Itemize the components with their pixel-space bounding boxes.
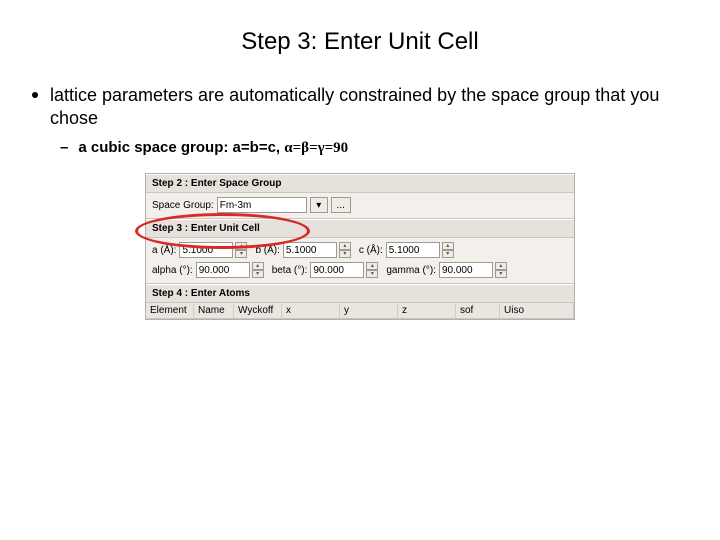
c-spinner[interactable]: ▴▾	[442, 242, 454, 258]
alpha-input[interactable]	[196, 262, 250, 278]
b-spinner[interactable]: ▴▾	[339, 242, 351, 258]
col-name: Name	[194, 303, 234, 318]
atoms-table-header: Element Name Wyckoff x y z sof Uiso	[146, 303, 574, 319]
b-input[interactable]	[283, 242, 337, 258]
dialog-panel: Step 2 : Enter Space Group Space Group: …	[145, 173, 575, 320]
a-input[interactable]	[179, 242, 233, 258]
gamma-spinner[interactable]: ▴▾	[495, 262, 507, 278]
col-x: x	[282, 303, 340, 318]
step4-header: Step 4 : Enter Atoms	[146, 284, 574, 303]
beta-spinner[interactable]: ▴▾	[366, 262, 378, 278]
a-spinner[interactable]: ▴▾	[235, 242, 247, 258]
space-group-input[interactable]	[217, 197, 307, 213]
bullet-level-1: lattice parameters are automatically con…	[32, 84, 692, 129]
bullet-dash: –	[60, 139, 68, 157]
space-group-dropdown-button[interactable]: ▾	[310, 197, 328, 213]
space-group-label: Space Group:	[152, 200, 214, 211]
bullet-dot	[32, 92, 38, 98]
bullet-2-text: a cubic space group: a=b=c, α=β=γ=90	[78, 139, 348, 157]
step2-body: Space Group: ▾ ...	[146, 193, 574, 219]
alpha-label: alpha (°):	[152, 265, 193, 276]
step3-header: Step 3 : Enter Unit Cell	[146, 219, 574, 238]
gamma-input[interactable]	[439, 262, 493, 278]
step2-header: Step 2 : Enter Space Group	[146, 174, 574, 193]
col-uiso: Uiso	[500, 303, 574, 318]
bullet-level-2: – a cubic space group: a=b=c, α=β=γ=90	[60, 139, 692, 157]
col-element: Element	[146, 303, 194, 318]
bullet-1-text: lattice parameters are automatically con…	[50, 84, 692, 129]
gamma-label: gamma (°):	[386, 265, 436, 276]
page-title: Step 3: Enter Unit Cell	[28, 28, 692, 56]
beta-input[interactable]	[310, 262, 364, 278]
c-label: c (Å):	[359, 245, 383, 256]
col-z: z	[398, 303, 456, 318]
col-sof: sof	[456, 303, 500, 318]
beta-label: beta (°):	[272, 265, 308, 276]
step3-body: a (Å): ▴▾ b (Å): ▴▾ c (Å): ▴▾ alpha (°):	[146, 238, 574, 284]
space-group-browse-button[interactable]: ...	[331, 197, 351, 213]
alpha-spinner[interactable]: ▴▾	[252, 262, 264, 278]
c-input[interactable]	[386, 242, 440, 258]
col-y: y	[340, 303, 398, 318]
a-label: a (Å):	[152, 245, 176, 256]
b-label: b (Å):	[255, 245, 279, 256]
col-wyckoff: Wyckoff	[234, 303, 282, 318]
